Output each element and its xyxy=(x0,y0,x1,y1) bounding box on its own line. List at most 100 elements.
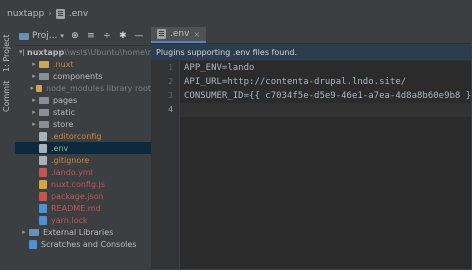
chevron-right-icon[interactable]: ▸ xyxy=(19,228,29,236)
chevron-right-icon[interactable]: ▸ xyxy=(29,120,39,128)
breadcrumb-project-label: nuxtapp xyxy=(7,9,45,19)
gear-icon[interactable]: ✱ xyxy=(118,31,128,41)
folder-icon xyxy=(39,108,49,116)
tree-item[interactable]: ▸ node_modules library root xyxy=(15,82,151,94)
line-number: 3 xyxy=(168,91,173,100)
tree-item-label: Scratches and Consoles xyxy=(41,239,137,249)
project-view-label: Proj... xyxy=(32,31,58,41)
chevron-right-icon[interactable]: ▸ xyxy=(29,108,39,116)
breadcrumb-project[interactable]: nuxtapp xyxy=(7,9,44,19)
code-line[interactable]: APP_ENV=lando xyxy=(180,61,471,75)
tree-item-label: .editorconfig xyxy=(51,131,102,141)
editor-tab-label: .env xyxy=(170,29,190,39)
tree-item[interactable]: .gitignore xyxy=(15,154,151,166)
code-line[interactable]: API_URL=http://contenta-drupal.lndo.site… xyxy=(180,75,471,89)
banner-text: Plugins supporting .env files found. xyxy=(156,47,298,57)
chevron-right-icon[interactable]: ▸ xyxy=(29,96,39,104)
code-editor[interactable]: 1 2 3 4 APP_ENV=lando API_URL=http://content… xyxy=(151,61,471,269)
tree-item[interactable]: ▸ static xyxy=(15,106,151,118)
project-path: \\wsl$\Ubuntu\home\r xyxy=(64,47,151,57)
tree-item[interactable]: ▸ components xyxy=(15,70,151,82)
chevron-right-icon[interactable]: ▸ xyxy=(29,72,39,80)
tree-item-label: External Libraries xyxy=(43,227,114,237)
file-icon xyxy=(39,131,47,141)
line-number: 2 xyxy=(168,77,173,86)
project-tree: ▾ nuxtapp \\wsl$\Ubuntu\home\r ▸ .nuxt ▸ comp… xyxy=(15,46,151,250)
tree-item[interactable]: .env xyxy=(15,142,151,154)
project-panel-header: Proj... ▾ ⊕ ≡ ÷ ✱ — xyxy=(15,27,151,46)
file-icon xyxy=(39,203,47,213)
tree-item[interactable]: ▸ .nuxt xyxy=(15,58,151,70)
tree-item-label: static xyxy=(53,107,75,117)
file-icon xyxy=(29,239,37,249)
plugin-suggestion-banner[interactable]: Plugins supporting .env files found. xyxy=(151,44,471,61)
tree-item[interactable]: ▸ pages xyxy=(15,94,151,106)
project-panel: Proj... ▾ ⊕ ≡ ÷ ✱ — ▾ nuxtapp \\wsl$\Ubun… xyxy=(15,27,151,269)
line-number-gutter: 1 2 3 4 xyxy=(151,61,180,269)
tree-item-label: .env xyxy=(51,143,69,153)
folder-icon xyxy=(39,60,49,68)
tree-item[interactable]: .editorconfig xyxy=(15,130,151,142)
close-icon[interactable]: × xyxy=(193,30,200,39)
code-line[interactable]: CONSUMER_ID={{ c7034f5e-d5e9-46e1-a7ea-4… xyxy=(180,89,471,103)
tree-item[interactable]: nuxt.config.js xyxy=(15,178,151,190)
tree-item-label: package.json xyxy=(51,191,104,201)
tree-item-label: store xyxy=(53,119,74,129)
file-icon xyxy=(39,191,47,201)
commit-tool-tab[interactable]: Commit xyxy=(2,79,14,113)
tree-item[interactable]: package.json xyxy=(15,190,151,202)
tree-item[interactable]: ▸ store xyxy=(15,118,151,130)
tree-item[interactable]: ▸ External Libraries xyxy=(15,226,151,238)
tree-item-label: yarn.lock xyxy=(51,215,88,225)
project-view-icon xyxy=(19,32,29,40)
folder-icon xyxy=(39,72,49,80)
locate-icon[interactable]: ⊕ xyxy=(70,31,80,41)
line-number: 4 xyxy=(168,105,173,114)
chevron-down-icon: ▾ xyxy=(60,32,64,40)
tree-item-label: pages xyxy=(53,95,78,105)
tree-item[interactable]: yarn.lock xyxy=(15,214,151,226)
folder-icon xyxy=(22,48,24,56)
line-number: 1 xyxy=(168,63,173,72)
file-icon xyxy=(55,9,65,19)
code-lines[interactable]: APP_ENV=lando API_URL=http://contenta-dru… xyxy=(180,61,471,117)
hide-icon[interactable]: — xyxy=(134,31,144,41)
tree-item[interactable]: README.md xyxy=(15,202,151,214)
library-icon xyxy=(29,228,39,236)
tree-item-label: .lando.yml xyxy=(51,167,93,177)
breadcrumb-separator-icon: › xyxy=(48,9,52,19)
tree-item[interactable]: Scratches and Consoles xyxy=(15,238,151,250)
tree-item-label: nuxtapp xyxy=(27,47,65,57)
project-view-selector[interactable]: Proj... ▾ xyxy=(19,31,64,41)
tree-item-label: node_modules library root xyxy=(46,83,151,93)
tree-item[interactable]: ▾ nuxtapp \\wsl$\Ubuntu\home\r xyxy=(15,46,151,58)
chevron-right-icon[interactable]: ▸ xyxy=(29,84,36,92)
file-icon xyxy=(39,167,47,177)
folder-icon xyxy=(39,120,49,128)
code-line[interactable] xyxy=(180,103,471,117)
tree-item-label: components xyxy=(53,71,103,81)
chevron-right-icon[interactable]: ▸ xyxy=(29,60,39,68)
tree-item-label: .nuxt xyxy=(53,59,74,69)
project-tool-tab[interactable]: 1: Project xyxy=(2,33,14,73)
file-icon xyxy=(39,179,47,189)
editor-area: .env × Plugins supporting .env files fou… xyxy=(151,27,471,269)
tree-item-label: README.md xyxy=(51,203,101,213)
folder-icon xyxy=(39,96,49,104)
file-icon xyxy=(157,29,166,39)
editor-tab-env[interactable]: .env × xyxy=(151,27,207,43)
chevron-down-icon[interactable]: ▾ xyxy=(19,48,23,56)
left-tool-strip: 1: Project Commit xyxy=(1,27,16,269)
tree-item[interactable]: .lando.yml xyxy=(15,166,151,178)
ide-window: nuxtapp › .env 1: Project Commit Proj...… xyxy=(0,0,472,270)
breadcrumb-file[interactable]: .env xyxy=(55,9,89,19)
breadcrumb-file-label: .env xyxy=(68,9,89,19)
editor-tabs: .env × xyxy=(151,27,471,44)
tree-item-label: nuxt.config.js xyxy=(51,179,105,189)
expand-all-icon[interactable]: ÷ xyxy=(102,31,112,41)
file-icon xyxy=(39,143,47,153)
collapse-all-icon[interactable]: ≡ xyxy=(86,31,96,41)
navigation-bar: nuxtapp › .env xyxy=(1,1,471,28)
tree-item-label: .gitignore xyxy=(51,155,90,165)
file-icon xyxy=(39,155,47,165)
